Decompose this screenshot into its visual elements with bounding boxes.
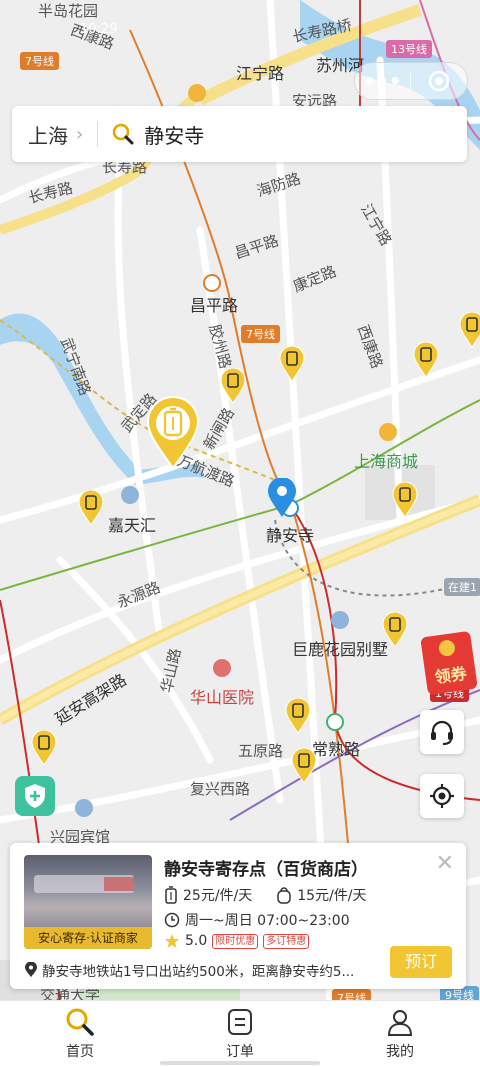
close-card-button[interactable]: ✕ — [436, 851, 454, 876]
tab-label: 首页 — [66, 1044, 94, 1060]
storage-pin[interactable] — [31, 730, 57, 766]
business-hours: 周一~周日 07:00~23:00 — [185, 913, 350, 929]
map-label-julu: 巨鹿花园别墅 — [292, 640, 389, 659]
price-large: 25元/件/天 — [183, 888, 253, 904]
close-miniprogram-button[interactable] — [411, 69, 466, 93]
map-label-huashan-hospital: 华山医院 — [190, 688, 255, 707]
shield-plus-icon — [25, 784, 45, 808]
storage-pin[interactable] — [285, 698, 311, 734]
tab-mine[interactable]: 我的 — [360, 1007, 440, 1061]
map-label-shanghai-mall: 上海商城 — [354, 452, 419, 471]
metro-badge-line7b: 7号线 — [241, 325, 280, 343]
storage-pin[interactable] — [413, 342, 439, 378]
hours-row: 周一~周日 07:00~23:00 — [164, 910, 350, 930]
map-label-changshu: 常熟路 — [312, 740, 361, 759]
map-label-jingansi: 静安寺 — [266, 526, 315, 545]
promo-tag: 多订特惠 — [263, 933, 310, 949]
promo-tag: 限时优惠 — [212, 933, 259, 949]
search-input[interactable]: 静安寺 — [144, 120, 204, 149]
locate-me-button[interactable] — [420, 774, 464, 818]
storage-pin[interactable] — [382, 612, 408, 648]
map-label-jiangning: 江宁路 — [236, 64, 285, 83]
map-label-wuyuan: 五原路 — [238, 742, 284, 760]
small-bag-icon — [277, 887, 291, 904]
location-pin-icon — [268, 478, 296, 517]
metro-badge-line7c: 7号线 — [332, 989, 371, 1000]
storage-pin[interactable] — [279, 346, 305, 382]
tab-label: 我的 — [386, 1044, 414, 1060]
star-icon — [165, 934, 179, 948]
search-icon — [66, 1008, 94, 1036]
address-row: 静安寺地铁站1号口出站约500米，距离静安寺约5... — [24, 960, 384, 980]
target-close-icon — [428, 70, 449, 92]
customer-service-button[interactable] — [420, 710, 464, 754]
status-time: 10:29 — [80, 22, 118, 37]
miniprogram-capsule: ••• — [354, 62, 468, 100]
certified-badge: 安心寄存·认证商家 — [24, 927, 152, 949]
city-selector[interactable]: 上海 — [28, 120, 68, 149]
clock-icon — [164, 912, 180, 928]
map-label-changping-station: 昌平路 — [190, 296, 239, 315]
storage-pin[interactable] — [392, 482, 418, 518]
crosshair-icon — [430, 784, 454, 808]
tab-orders[interactable]: 订单 — [200, 1007, 280, 1061]
bottom-tab-bar: 首页 订单 我的 — [0, 1000, 480, 1067]
storage-pin[interactable] — [220, 368, 246, 404]
rating-row: 5.0 限时优惠 多订特惠 — [164, 933, 310, 949]
home-indicator — [160, 1061, 320, 1065]
divider — [97, 121, 99, 147]
storage-pin[interactable] — [291, 748, 317, 784]
chevron-right-icon: › — [76, 123, 84, 145]
metro-badge-line13: 13号线 — [386, 40, 432, 58]
price-row: 25元/件/天 15元/件/天 — [164, 885, 367, 905]
map-label-banda: 半岛花园 — [38, 2, 99, 20]
metro-badge-line7: 7号线 — [20, 52, 59, 70]
coupon-seal-icon — [437, 639, 456, 658]
rating-value: 5.0 — [185, 933, 208, 949]
store-info-card[interactable]: 安心寄存·认证商家 静安寺寄存点（百货商店） ✕ 25元/件/天 15元/件/天… — [10, 843, 466, 989]
coupon-label: 领券 — [433, 663, 468, 688]
store-name: 静安寺寄存点（百货商店） — [164, 860, 368, 880]
map-label-fuxing: 复兴西路 — [190, 780, 251, 798]
storage-pin[interactable] — [78, 490, 104, 526]
headset-icon — [431, 720, 453, 745]
user-icon — [387, 1010, 413, 1036]
order-icon — [228, 1009, 252, 1035]
storage-pin[interactable] — [459, 312, 480, 348]
selected-storage-pin[interactable] — [146, 396, 200, 470]
price-small: 15元/件/天 — [297, 888, 367, 904]
tab-home[interactable]: 首页 — [40, 1007, 120, 1061]
search-icon — [112, 123, 134, 145]
large-luggage-icon — [165, 886, 177, 904]
book-button[interactable]: 预订 — [390, 946, 452, 978]
store-address: 静安寺地铁站1号口出站约500米，距离静安寺约5... — [42, 964, 355, 980]
construction-badge: 在建1 — [444, 578, 480, 596]
insurance-shield-button[interactable] — [15, 776, 55, 816]
search-bar[interactable]: 上海 › 静安寺 — [12, 106, 467, 162]
coupon-button[interactable]: 领券 — [420, 630, 478, 696]
location-icon — [25, 962, 37, 977]
more-menu-button[interactable]: ••• — [355, 69, 410, 93]
map-label-jiatianhui: 嘉天汇 — [108, 516, 157, 535]
tab-label: 订单 — [226, 1044, 254, 1060]
